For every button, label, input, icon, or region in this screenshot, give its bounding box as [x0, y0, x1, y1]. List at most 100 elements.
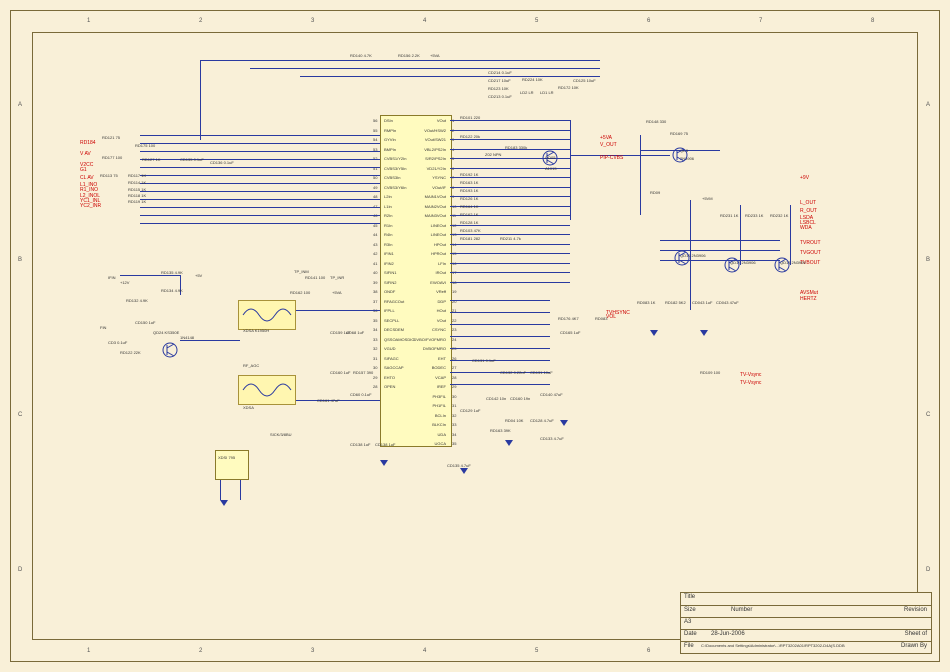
ruler-mark: D [18, 567, 22, 573]
part-refdes: RD119 1K [128, 199, 146, 204]
ground-symbol [700, 330, 708, 336]
pin-label: OPEN [384, 384, 395, 389]
net-label: CL AV [80, 175, 94, 181]
part-refdes: CD135 4.7uF [447, 463, 471, 468]
part-refdes: RD233 1K [745, 213, 763, 218]
wire [140, 207, 380, 208]
ruler-mark: 8 [871, 18, 874, 24]
part-refdes: CD165 1uF [560, 330, 580, 335]
pin-number: 35 [452, 441, 456, 446]
part-refdes: CD138 1uF [375, 442, 395, 447]
pin-number: 55 [373, 128, 377, 133]
ruler-mark: 2 [199, 18, 202, 24]
wire [450, 384, 550, 385]
ground-symbol [220, 500, 228, 506]
transistor-symbol [772, 255, 792, 275]
pin-label: LINEOut [410, 223, 446, 228]
part-refdes: RD115 1K [128, 187, 146, 192]
part-refdes: RD181 282 [460, 236, 480, 241]
pin-label: IROut [410, 270, 446, 275]
part-refdes: +5VM [702, 196, 713, 201]
part-refdes: CD150 1uF [135, 320, 155, 325]
wire [660, 240, 780, 241]
wire [570, 120, 571, 220]
wire [450, 336, 550, 337]
pin-label: DVBOFMRO [410, 346, 446, 351]
pin-label: DECSDEM [384, 327, 404, 332]
pin-label: SIFIN2 [384, 280, 396, 285]
pin-label: VOut/SW21 [410, 137, 446, 142]
net-label: L_OUT [800, 200, 816, 206]
ruler-mark: A [926, 102, 930, 108]
part-refdes: RD122 22K [120, 350, 141, 355]
net-label: RD184 [80, 140, 96, 146]
ground-symbol [560, 420, 568, 426]
pin-number: 35 [373, 318, 377, 323]
ruler-mark: 5 [535, 648, 538, 654]
net-label: TVROUT [800, 240, 821, 246]
ground-symbol [650, 330, 658, 336]
net-label: +5VA [600, 135, 612, 141]
part-refdes: RD118 1K [128, 193, 146, 198]
part-refdes: +5VA [430, 53, 440, 58]
wire [140, 175, 380, 176]
transistor-symbol [540, 148, 560, 168]
size-label: Size [684, 607, 696, 613]
part-refdes: RD135 4.9K [161, 270, 183, 275]
pin-number: 32 [452, 413, 456, 418]
sheet-label: Sheet of [905, 631, 927, 637]
part-refdes: TP_INM [294, 269, 309, 274]
transistor-symbol [722, 255, 742, 275]
ruler-top: 12345678 [32, 12, 918, 30]
part-refdes: RD132 4.9K [126, 298, 148, 303]
wire [450, 120, 570, 121]
schematic-sheet: 12345678 ABCD 12345678 ABCD 56DSIn55RMPI… [0, 0, 950, 672]
ruler-mark: B [926, 257, 930, 263]
pin-number: 30 [452, 394, 456, 399]
pin-label: RMPIn [384, 128, 396, 133]
pin-label: BLKCIn [410, 422, 446, 427]
part-refdes: 1N4148 [180, 335, 194, 340]
wire [140, 151, 380, 152]
pin-label: R4In [384, 232, 392, 237]
file-value: C:\Documents and Settings\Administrator\… [701, 643, 845, 648]
ruler-mark: 3 [311, 18, 314, 24]
pin-label: PH1FIL [410, 403, 446, 408]
pin-number: 32 [373, 346, 377, 351]
pin-label: VOut [410, 118, 446, 123]
pin-number: 37 [373, 299, 377, 304]
part-refdes: RD157 390 [353, 370, 373, 375]
pin-label: YSYNC [410, 175, 446, 180]
pin-number: 41 [373, 261, 377, 266]
wire [140, 183, 380, 184]
part-refdes: Z02 NPN [485, 152, 501, 157]
net-label: WDA [800, 225, 812, 231]
file-label: File [684, 643, 694, 649]
net-label: G1 [80, 167, 87, 173]
wire [450, 324, 550, 325]
pin-label: MAIN3VOut [410, 213, 446, 218]
pin-number: 28 [452, 375, 456, 380]
part-refdes: RD113 75 [100, 173, 118, 178]
pin-label: IFIN1 [384, 251, 394, 256]
part-refdes: TP_INR [330, 275, 344, 280]
pin-label: HPOut [410, 242, 446, 247]
ruler-mark: 1 [87, 648, 90, 654]
wire [640, 135, 641, 215]
part-refdes: RD148 330 [646, 119, 666, 124]
part-refdes: CD213 0.1uF [488, 94, 512, 99]
pin-label: IFPLL [384, 308, 395, 313]
net-label: TV-Vsync [740, 380, 761, 386]
part-refdes: RF_AGC [243, 363, 259, 368]
part-refdes: RD114 1K [128, 180, 146, 185]
ruler-left: ABCD [12, 32, 30, 640]
pin-label: HOut [410, 308, 446, 313]
wire [450, 177, 570, 178]
ground-symbol [505, 440, 513, 446]
pin-number: 31 [452, 403, 456, 408]
wire [300, 76, 600, 77]
pin-number: 28 [373, 384, 377, 389]
title-label: Title [684, 594, 695, 600]
pin-label: VReff [410, 289, 446, 294]
pin-label: VOut/HSW2 [410, 128, 446, 133]
